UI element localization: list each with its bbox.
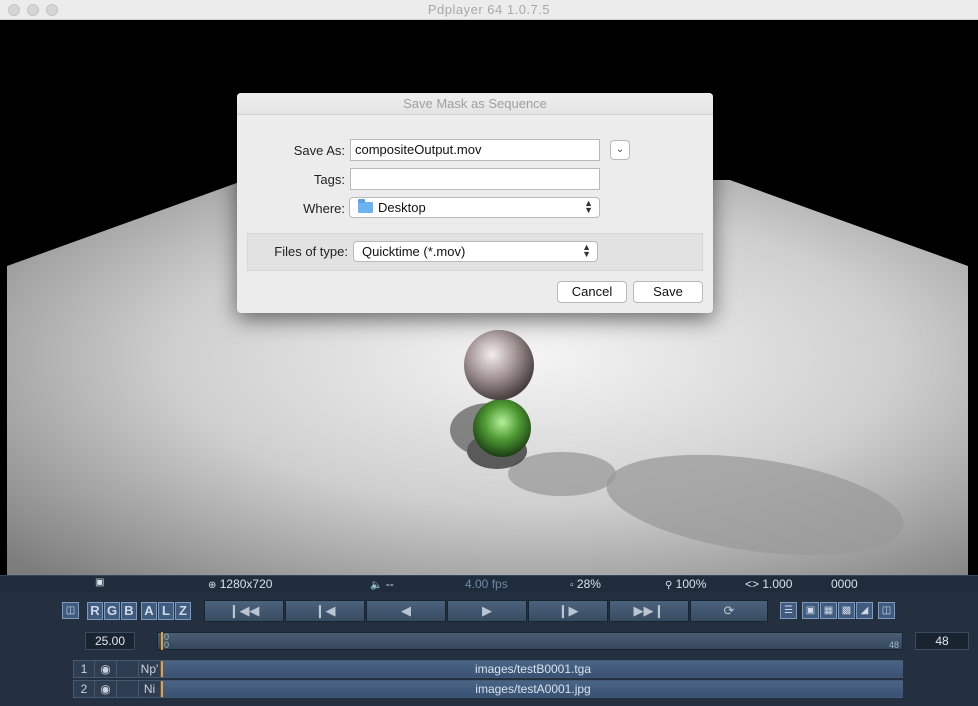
play-reverse-button[interactable]: ◀	[366, 600, 446, 622]
tags-field[interactable]	[350, 168, 600, 190]
layer-clip[interactable]: images/testA0001.jpg	[161, 681, 903, 697]
start-marker-sub-label: 0	[164, 640, 170, 650]
audio-value: --	[385, 577, 394, 591]
channel-a-button[interactable]: A	[141, 602, 157, 620]
fps-field[interactable]: 25.00	[85, 632, 135, 650]
compare-view-button[interactable]: ◫	[62, 602, 79, 619]
list-view-button[interactable]: ☰	[780, 602, 797, 619]
aspect-value: 1.000	[762, 577, 793, 591]
files-of-type-label: Files of type:	[274, 244, 348, 259]
title-bar: Pdplayer 64 1.0.7.5	[0, 0, 978, 20]
save-dialog: Save Mask as Sequence Save As: composite…	[237, 93, 713, 313]
save-as-field[interactable]: compositeOutput.mov	[350, 139, 600, 161]
list-icon: ☰	[784, 605, 793, 616]
zoom-value: 100%	[675, 577, 707, 591]
play-icon: ▶	[482, 603, 492, 618]
step-back-icon: ❙◀	[314, 603, 336, 618]
layout-icon: ◫	[881, 605, 892, 616]
aspect-icon: <>	[745, 577, 760, 591]
audio-readout[interactable]: 🔈 --	[370, 577, 394, 591]
speaker-icon: 🔈	[370, 580, 383, 591]
where-popup[interactable]: Desktop ▲ ▼	[349, 197, 600, 218]
play-reverse-icon: ◀	[401, 603, 411, 618]
file-type-panel: Files of type: Quicktime (*.mov) ▲ ▼	[247, 233, 703, 271]
chevron-down-icon: ⌄	[615, 144, 625, 155]
channel-b-button[interactable]: B	[121, 602, 137, 620]
layer-mode: Np'	[139, 661, 161, 677]
files-of-type-value: Quicktime (*.mov)	[362, 244, 466, 259]
layer-mode: Ni	[139, 681, 161, 697]
checker-icon: ▩	[841, 605, 852, 616]
end-marker-label: 48	[888, 640, 899, 650]
eye-icon: ◉	[100, 682, 111, 696]
eye-icon: ◉	[100, 662, 111, 676]
aspect-readout: <> 1.000	[745, 577, 792, 591]
resolution-readout: ⊕ 1280x720	[208, 577, 272, 591]
skip-to-start-icon: ❙◀◀	[228, 603, 260, 618]
resolution-value: 1280x720	[219, 577, 273, 591]
previous-frame-button[interactable]: ❙◀	[285, 600, 365, 622]
expand-dialog-button[interactable]: ⌄	[610, 140, 630, 160]
folder-icon	[358, 199, 373, 213]
channel-r-button[interactable]: R	[87, 602, 103, 620]
save-as-label: Save As:	[293, 143, 345, 158]
safe-area-icon: ▣	[805, 605, 816, 616]
layer-index: 2	[74, 681, 95, 697]
dialog-title: Save Mask as Sequence	[237, 93, 713, 115]
end-frame-field[interactable]: 48	[915, 632, 969, 650]
safe-area-button[interactable]: ▣	[802, 602, 819, 619]
player-controls: ◫ R G B A L Z ❙◀◀ ❙◀ ◀ ▶ ❙▶ ▶▶❙ ⟳ ☰ ▣ ▦ …	[0, 592, 978, 706]
where-value: Desktop	[378, 200, 426, 215]
loop-button[interactable]: ⟳	[690, 600, 768, 622]
updown-chevron-icon: ▲ ▼	[584, 198, 593, 215]
where-label: Where:	[303, 201, 345, 216]
memory-icon: ▫	[570, 580, 574, 591]
grid-icon: ▦	[823, 605, 834, 616]
layer-clip[interactable]: images/testB0001.tga	[161, 661, 903, 677]
crosshair-icon: ⊕	[208, 580, 217, 591]
checker-button[interactable]: ▩	[838, 602, 855, 619]
layer-flag[interactable]	[117, 661, 139, 677]
tags-label: Tags:	[313, 172, 345, 187]
layer-flag[interactable]	[117, 681, 139, 697]
fit-view-icon[interactable]: ▣	[95, 577, 104, 588]
window-title: Pdplayer 64 1.0.7.5	[427, 2, 551, 17]
go-to-last-frame-button[interactable]: ▶▶❙	[609, 600, 689, 622]
channel-z-button[interactable]: Z	[175, 602, 191, 620]
channel-g-button[interactable]: G	[104, 602, 120, 620]
loop-icon: ⟳	[723, 603, 735, 618]
visibility-toggle[interactable]: ◉	[95, 681, 117, 697]
app-window: Pdplayer 64 1.0.7.5 Save Mask as Sequenc…	[0, 0, 978, 706]
next-frame-button[interactable]: ❙▶	[528, 600, 608, 622]
layer-row[interactable]: 1 ◉ Np' images/testB0001.tga	[73, 660, 903, 678]
go-to-first-frame-button[interactable]: ❙◀◀	[204, 600, 284, 622]
frame-counter: 0000	[831, 577, 858, 591]
status-bar: ▣ ⊕ 1280x720 🔈 -- 4.00 fps ▫ 28% ⚲ 100% …	[0, 575, 978, 592]
playhead-marker[interactable]	[161, 632, 163, 650]
magnifier-icon: ⚲	[665, 580, 673, 591]
play-button[interactable]: ▶	[447, 600, 527, 622]
skip-to-end-icon: ▶▶❙	[633, 603, 665, 618]
zoom-readout: ⚲ 100%	[665, 577, 706, 591]
fps-readout: 4.00 fps	[465, 577, 508, 591]
gradient-icon: ◢	[860, 605, 869, 616]
layer-row[interactable]: 2 ◉ Ni images/testA0001.jpg	[73, 680, 903, 698]
files-of-type-popup[interactable]: Quicktime (*.mov) ▲ ▼	[353, 241, 598, 262]
gradient-button[interactable]: ◢	[856, 602, 873, 619]
visibility-toggle[interactable]: ◉	[95, 661, 117, 677]
timeline-bar[interactable]: 0 0 48	[157, 632, 903, 650]
cancel-button[interactable]: Cancel	[557, 281, 627, 303]
layer-index: 1	[74, 661, 95, 677]
step-forward-icon: ❙▶	[557, 603, 579, 618]
channel-l-button[interactable]: L	[158, 602, 174, 620]
memory-readout: ▫ 28%	[570, 577, 601, 591]
split-view-icon: ◫	[65, 605, 76, 616]
memory-value: 28%	[576, 577, 601, 591]
layout-button[interactable]: ◫	[878, 602, 895, 619]
save-button[interactable]: Save	[633, 281, 703, 303]
updown-chevron-icon: ▲ ▼	[582, 242, 591, 259]
grid-button[interactable]: ▦	[820, 602, 837, 619]
